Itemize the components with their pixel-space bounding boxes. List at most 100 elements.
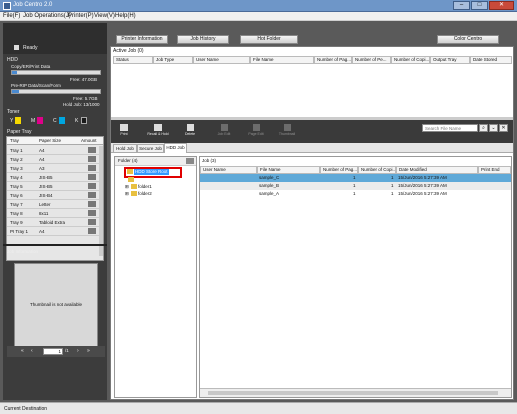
tab-hdd-job[interactable]: HDD Job [164, 143, 187, 153]
hdd-title: HDD [7, 57, 18, 63]
hdd-copy-label: Copy/ER/Print Data [11, 64, 51, 69]
toner-c-label: C [53, 118, 57, 124]
table-row[interactable]: Tray 6 JIS-B4 [7, 191, 103, 200]
close-search-icon[interactable]: ✕ [499, 124, 508, 132]
folder-icon [127, 169, 133, 174]
page-edit-button[interactable]: Page Edit [247, 122, 265, 141]
toner-k-level [81, 117, 87, 124]
prev-page-icon[interactable]: ‹ [31, 348, 33, 354]
toner-m-level [37, 117, 43, 124]
horizontal-scrollbar[interactable] [200, 388, 511, 397]
new-folder-icon[interactable] [186, 158, 194, 164]
toner-k-label: K [75, 118, 79, 124]
close-button[interactable]: ✕ [489, 1, 514, 10]
delete-button[interactable]: Delete [181, 122, 199, 141]
col-job-file-name[interactable]: File Name [257, 166, 320, 174]
menu-bar: File(F) Job Operations(J) Printer(P) Vie… [0, 12, 517, 21]
table-row[interactable]: Tray 2 A4 [7, 155, 103, 164]
col-status[interactable]: Status [113, 56, 153, 64]
menu-file[interactable]: File(F) [3, 13, 20, 19]
paper-tray-title: Paper Tray [7, 129, 32, 135]
hot-folder-button[interactable]: Hot Folder [240, 35, 298, 44]
expand-icon[interactable]: ⊞ [125, 191, 129, 197]
divider [3, 244, 107, 246]
folder-icon [131, 184, 137, 189]
toner-y-label: Y [10, 118, 14, 124]
expand-icon[interactable]: ⊞ [125, 184, 129, 190]
color-centro-button[interactable]: Color Centro [437, 35, 499, 44]
col-pe[interactable]: Number of Pe... [352, 56, 391, 64]
table-row[interactable]: Tray 8 8x11 [7, 209, 103, 218]
hdd-copy-bar [11, 70, 101, 75]
table-row[interactable]: sample_A 1 1 15/Jun/2016 5:27:39 AM [200, 190, 511, 198]
printer-information-button[interactable]: Printer Information [116, 35, 168, 44]
folder-root[interactable]: HDD Store Root [134, 169, 169, 175]
thumbnail-box: Thumbnail is not available [14, 263, 98, 347]
table-row[interactable]: Tray 7 Letter [7, 200, 103, 209]
table-row[interactable]: Tray 5 JIS-B5 [7, 182, 103, 191]
next-page-icon[interactable]: › [77, 348, 79, 354]
title-bar: Job Centro 2.0 – □ ✕ [0, 0, 517, 12]
job-edit-button[interactable]: Job Edit [215, 122, 233, 141]
job-history-button[interactable]: Job History [177, 35, 229, 44]
page-total: /1 [65, 348, 69, 353]
col-job-type[interactable]: Job Type [153, 56, 193, 64]
left-panel: Ready HDD Copy/ER/Print Data Free: 47.0G… [3, 23, 107, 400]
thumbnail-message: Thumbnail is not available [29, 302, 83, 307]
col-amount: Amount [81, 138, 97, 143]
table-row[interactable]: PI Tray 1 A4 [7, 227, 103, 236]
maximize-button[interactable]: □ [471, 1, 488, 10]
table-row[interactable]: Tray 1 A4 [7, 146, 103, 155]
tab-hold-job[interactable]: Hold Job [113, 144, 137, 153]
first-page-icon[interactable]: « [21, 348, 24, 354]
last-page-icon[interactable]: » [87, 348, 90, 354]
folder-title: Folder (4) [118, 158, 138, 163]
table-row[interactable]: Tray 4 JIS-B5 [7, 173, 103, 182]
col-user-name[interactable]: User Name [193, 56, 250, 64]
menu-printer[interactable]: Printer(P) [68, 13, 94, 19]
action-toolbar: Print Recall & Hold Delete Job Edit Page… [111, 120, 513, 143]
col-date-modified[interactable]: Date Modified [396, 166, 478, 174]
col-job-copies[interactable]: Number of Copi... [358, 166, 396, 174]
main-panel: Active Job (0) Status Job Type User Name… [110, 46, 514, 400]
thumbnail-nav: « ‹ 1 /1 › » [7, 346, 105, 357]
thumbnail-button[interactable]: Thumbnail [275, 122, 299, 141]
print-button[interactable]: Print [115, 122, 133, 141]
menu-job-operations[interactable]: Job Operations(J) [23, 13, 71, 19]
tab-secure-job[interactable]: Secure Job [137, 144, 164, 153]
col-output-tray[interactable]: Output Tray [430, 56, 470, 64]
col-print-end[interactable]: Print End [478, 166, 511, 174]
folder-item[interactable]: folder1 [138, 184, 152, 189]
table-row[interactable]: sample_B 1 1 15/Jun/2016 5:27:39 AM [200, 182, 511, 190]
col-tray: Tray [10, 138, 19, 143]
col-pages[interactable]: Number of Pag... [314, 56, 352, 64]
toner-m-label: M [31, 118, 36, 124]
col-date-stored[interactable]: Date Stored [470, 56, 512, 64]
hdd-copy-free: Free: 47.0GB [70, 77, 98, 82]
table-row[interactable]: Tray 9 Tabloid Extra [7, 218, 103, 227]
folder-pane: Folder (4) HDD Store Root ⊞ folder1 ⊞ fo… [114, 156, 197, 398]
table-row[interactable]: sample_C 1 1 15/Jun/2016 5:27:39 AM [200, 174, 511, 182]
col-job-pages[interactable]: Number of Pag... [320, 166, 358, 174]
col-copies[interactable]: Number of Copi... [391, 56, 430, 64]
toner-y-level [15, 117, 21, 124]
folder-icon [128, 177, 134, 182]
collapse-icon[interactable]: ⌄ [489, 124, 498, 132]
menu-help[interactable]: Help(H) [115, 13, 136, 19]
menu-view[interactable]: View(V) [94, 13, 115, 19]
hdd-other-free: Free: 5.7GB [73, 96, 98, 101]
col-job-user-name[interactable]: User Name [200, 166, 257, 174]
paper-tray-scrollbar[interactable] [99, 146, 103, 256]
recall-hold-button[interactable]: Recall & Hold [145, 122, 171, 141]
current-destination: Current Destination [4, 406, 48, 412]
minimize-button[interactable]: – [453, 1, 470, 10]
paper-tray-table: Tray Paper Size Amount Tray 1 A4 Tray 2 A4… [6, 136, 104, 261]
job-info-title: Job Information [7, 249, 39, 254]
folder-item[interactable]: folder2 [138, 191, 152, 196]
search-input[interactable] [422, 124, 478, 132]
status-label: Ready [23, 45, 38, 51]
search-icon[interactable]: ⌕ [479, 124, 488, 132]
table-row[interactable]: Tray 3 A3 [7, 164, 103, 173]
page-input[interactable]: 1 [43, 348, 63, 355]
col-file-name[interactable]: File Name [250, 56, 314, 64]
